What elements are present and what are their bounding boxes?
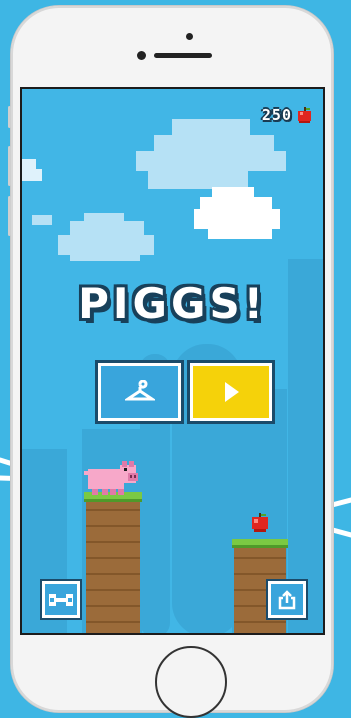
front-camera <box>137 51 146 60</box>
settings-button[interactable] <box>40 579 82 620</box>
apple-icon <box>252 513 268 532</box>
volume-down-button <box>8 196 11 236</box>
score-counter: 250 <box>262 106 313 124</box>
game-title: PIGGS! <box>78 279 267 328</box>
outfit-button[interactable] <box>95 360 184 424</box>
wrench-icon <box>49 593 73 606</box>
game-background <box>22 119 323 633</box>
cloud-front <box>194 187 280 239</box>
hanger-icon <box>124 380 155 401</box>
game-screen[interactable]: 250 PIGGS! <box>20 87 325 635</box>
play-icon <box>225 382 239 402</box>
share-icon <box>278 589 296 609</box>
proximity-sensor <box>186 33 193 40</box>
cloud-small <box>32 213 154 261</box>
mute-switch <box>8 106 11 128</box>
share-button[interactable] <box>266 579 308 620</box>
home-button[interactable] <box>155 646 227 718</box>
earpiece-speaker <box>154 53 212 58</box>
play-button[interactable] <box>187 360 275 424</box>
left-pillar <box>84 492 142 633</box>
volume-up-button <box>8 146 11 186</box>
score-value: 250 <box>261 106 292 124</box>
apple-icon <box>298 106 311 123</box>
pig-sprite <box>84 461 138 495</box>
cloud-large <box>136 119 286 189</box>
cloud-edge <box>22 159 42 181</box>
